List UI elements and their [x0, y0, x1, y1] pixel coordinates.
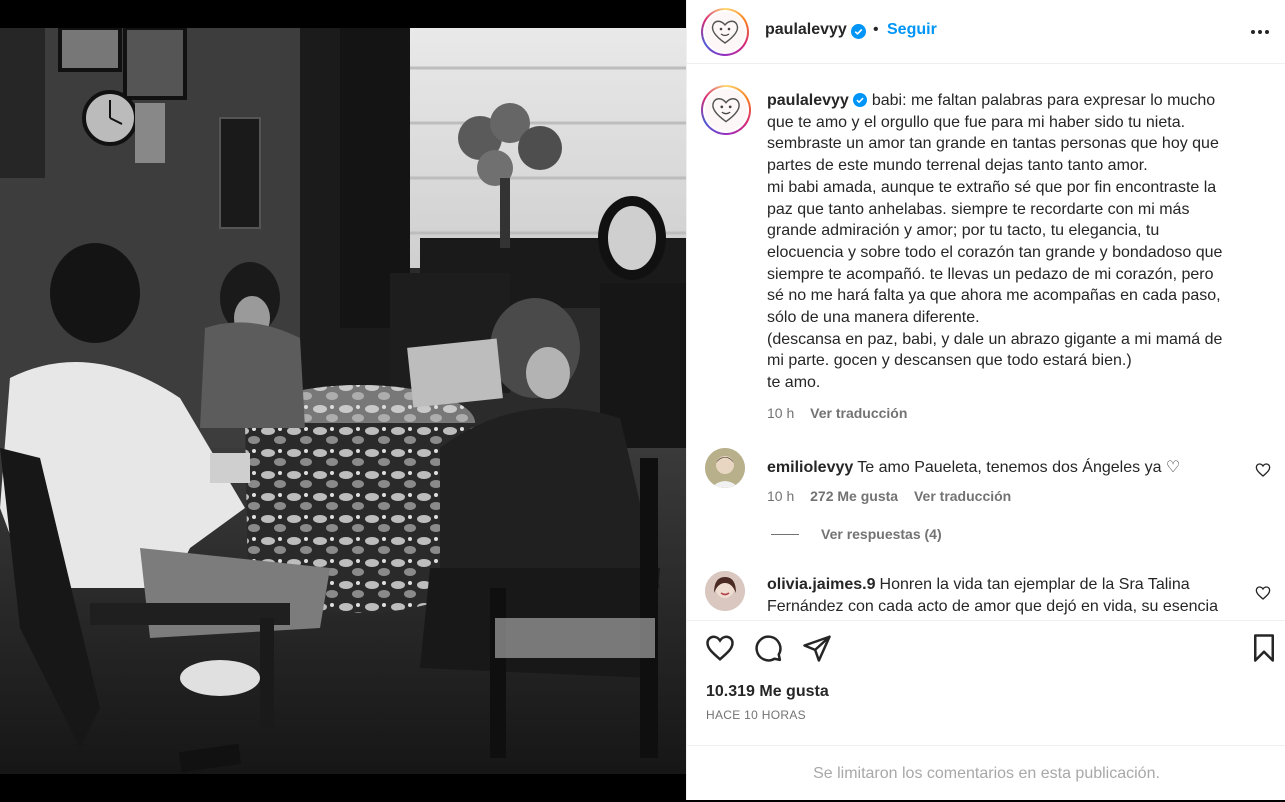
verified-badge-icon — [851, 24, 866, 44]
post-detail-panel: paulalevyy • Seguir paulalevyy babi: me … — [686, 0, 1285, 800]
replies-divider — [771, 534, 799, 535]
heart-doodle-avatar-icon — [712, 97, 740, 123]
photo-illustration — [0, 28, 686, 774]
verified-badge-icon — [852, 92, 867, 107]
caption-translate-link[interactable]: Ver traducción — [810, 405, 907, 421]
comment-text-block: olivia.jaimes.9 Honren la vida tan ejempl… — [767, 574, 1237, 618]
more-options-icon[interactable] — [1248, 22, 1272, 42]
comments-scroll-area[interactable]: paulalevyy babi: me faltan palabras para … — [687, 65, 1285, 620]
comment-icon[interactable] — [753, 633, 783, 663]
caption-text: babi: me faltan palabras para expresar l… — [767, 92, 1223, 392]
caption-time: 10 h — [767, 405, 795, 421]
comment-translate-link[interactable]: Ver traducción — [914, 488, 1011, 504]
comment-like-heart-icon[interactable] — [1255, 585, 1271, 601]
post-actions: 10.319 Me gusta HACE 10 HORAS Se limitar… — [687, 620, 1285, 800]
view-replies-button[interactable]: Ver respuestas (4) — [771, 526, 942, 542]
replies-label: Ver respuestas (4) — [821, 526, 942, 542]
post-likes-count[interactable]: 10.319 Me gusta — [706, 683, 829, 701]
comment-like-heart-icon[interactable] — [1255, 462, 1271, 478]
follow-button[interactable]: Seguir — [887, 21, 937, 39]
caption-author-avatar[interactable] — [701, 85, 751, 135]
post-header: paulalevyy • Seguir — [687, 0, 1285, 64]
avatar-photo — [705, 571, 745, 611]
caption-meta: 10 h Ver traducción — [767, 405, 1167, 421]
avatar-photo — [705, 448, 745, 488]
comment-time: 10 h — [767, 488, 795, 504]
comment-meta: 10 h 272 Me gusta Ver traducción — [767, 488, 1023, 504]
comments-limited-notice: Se limitaron los comentarios en esta pub… — [687, 745, 1285, 801]
comment-text-block: emiliolevyy Te amo Paueleta, tenemos dos … — [767, 457, 1237, 479]
comment-text: Te amo Paueleta, tenemos dos Ángeles ya … — [857, 459, 1181, 476]
heart-doodle-avatar-icon — [711, 20, 739, 44]
comment-username[interactable]: olivia.jaimes.9 — [767, 576, 876, 593]
post-timestamp[interactable]: HACE 10 HORAS — [706, 708, 806, 722]
comment-avatar[interactable] — [705, 448, 745, 488]
comment-username[interactable]: emiliolevyy — [767, 459, 853, 476]
caption-body: paulalevyy babi: me faltan palabras para … — [767, 90, 1267, 394]
share-icon[interactable] — [802, 633, 832, 663]
header-username[interactable]: paulalevyy — [765, 21, 847, 39]
comment-avatar[interactable] — [705, 571, 745, 611]
post-photo-area — [0, 0, 686, 800]
comment-likes[interactable]: 272 Me gusta — [810, 488, 898, 504]
bookmark-icon[interactable] — [1249, 633, 1279, 663]
author-avatar[interactable] — [701, 8, 749, 56]
caption-username[interactable]: paulalevyy — [767, 92, 849, 109]
post-photo[interactable] — [0, 28, 686, 774]
instagram-post-view: paulalevyy • Seguir paulalevyy babi: me … — [0, 0, 1285, 800]
header-separator: • — [873, 21, 879, 38]
heart-icon[interactable] — [705, 633, 735, 663]
